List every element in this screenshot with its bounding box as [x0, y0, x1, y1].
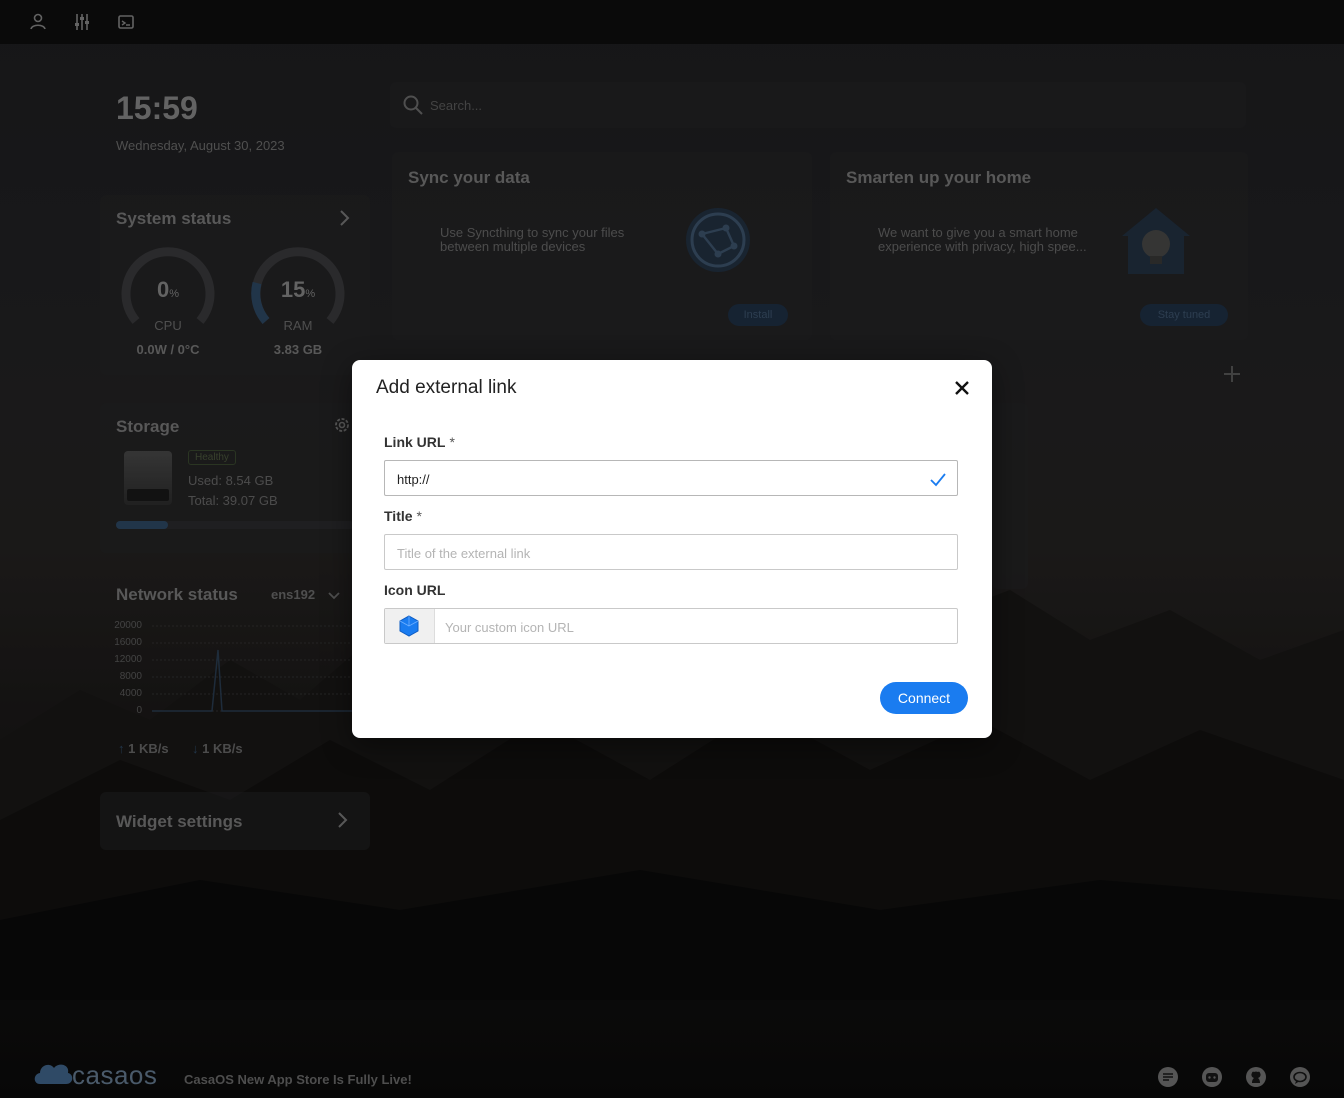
add-external-link-dialog: Add external link Link URL* Title* Icon … — [352, 360, 992, 738]
title-label: Title * — [384, 508, 422, 524]
discord-icon[interactable] — [1201, 1066, 1223, 1088]
github-icon[interactable] — [1245, 1066, 1267, 1088]
link-url-field — [384, 460, 958, 497]
cube-icon — [399, 615, 419, 637]
title-input[interactable] — [395, 535, 919, 571]
close-icon[interactable] — [950, 376, 974, 400]
link-url-input[interactable] — [395, 461, 919, 497]
icon-url-input[interactable] — [443, 609, 947, 645]
icon-preview — [385, 609, 435, 643]
casaos-logo-text: casaos — [72, 1060, 158, 1090]
title-field — [384, 534, 958, 571]
casaos-logo-icon — [34, 1064, 73, 1084]
link-url-label: Link URL * — [384, 434, 455, 450]
icon-url-label: Icon URL — [384, 582, 446, 598]
footer-news[interactable]: CasaOS New App Store Is Fully Live! — [184, 1072, 412, 1087]
icon-url-field — [384, 608, 958, 645]
required-mark: * — [416, 508, 422, 524]
forum-icon[interactable] — [1157, 1066, 1179, 1088]
check-icon — [930, 473, 946, 487]
required-mark: * — [449, 434, 455, 450]
dialog-title: Add external link — [376, 377, 517, 398]
chat-icon[interactable] — [1289, 1066, 1311, 1088]
connect-button[interactable]: Connect — [880, 682, 968, 714]
